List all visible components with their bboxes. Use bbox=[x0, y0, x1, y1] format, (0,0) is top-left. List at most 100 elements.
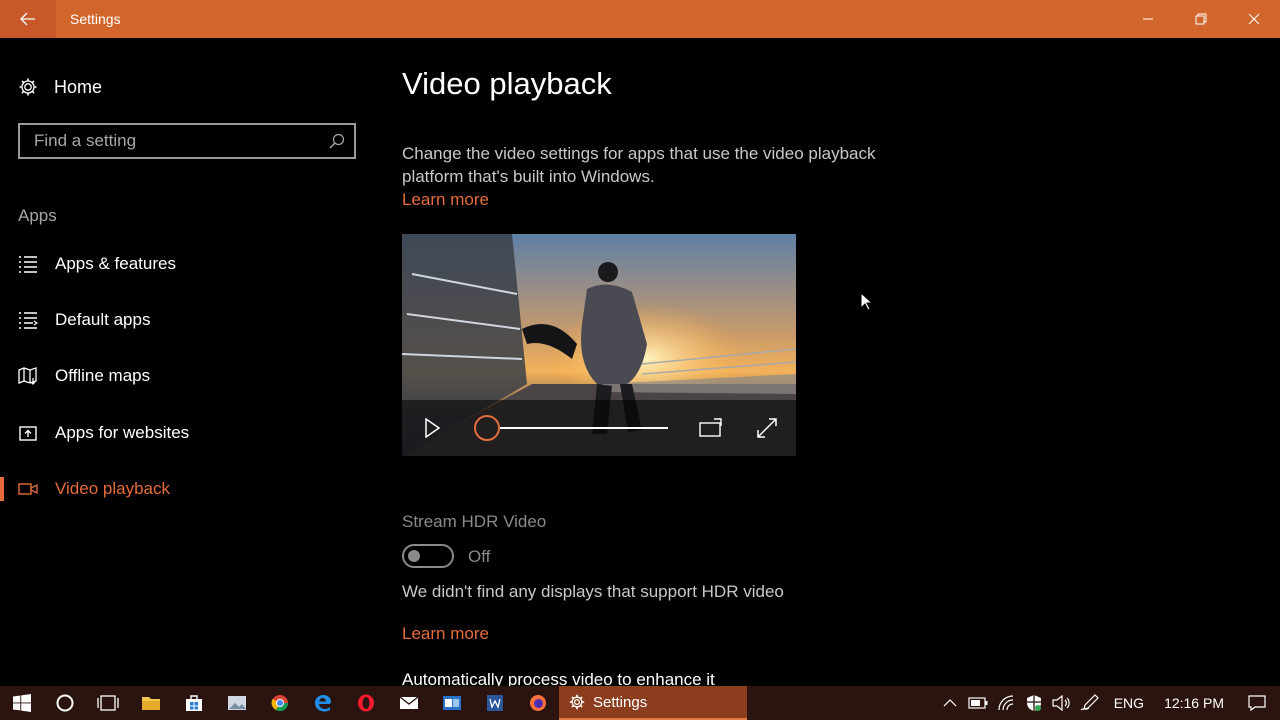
play-button[interactable] bbox=[420, 416, 444, 440]
hdr-learn-more-link[interactable]: Learn more bbox=[402, 624, 489, 644]
action-center-button[interactable] bbox=[1234, 686, 1280, 720]
sidebar-item-label: Default apps bbox=[55, 310, 151, 329]
shield-icon bbox=[1026, 695, 1041, 711]
sidebar-item-apps-for-websites[interactable]: Apps for websites bbox=[0, 413, 370, 453]
restore-icon bbox=[1195, 13, 1206, 25]
home-label: Home bbox=[54, 76, 103, 97]
battery-icon bbox=[968, 697, 988, 709]
speaker-icon bbox=[1052, 695, 1070, 711]
sidebar-item-offline-maps[interactable]: Offline maps bbox=[0, 356, 370, 396]
file-explorer-icon bbox=[141, 697, 160, 710]
active-indicator bbox=[0, 477, 4, 501]
mouse-cursor-icon bbox=[860, 292, 874, 311]
window-title: Settings bbox=[70, 11, 121, 27]
opera-icon bbox=[357, 694, 374, 712]
page-description: Change the video settings for apps that … bbox=[402, 144, 876, 186]
map-icon bbox=[18, 366, 38, 386]
edge-icon bbox=[314, 695, 331, 712]
sidebar-item-apps-features[interactable]: Apps & features bbox=[0, 244, 370, 284]
store-icon bbox=[185, 695, 202, 711]
clock[interactable]: 12:16 PM bbox=[1154, 695, 1234, 711]
chrome-icon bbox=[271, 695, 288, 712]
start-icon bbox=[12, 694, 31, 712]
security-button[interactable] bbox=[1020, 686, 1048, 720]
sidebar-item-label: Apps & features bbox=[55, 254, 176, 273]
list-icon bbox=[18, 254, 38, 274]
sidebar: Home Find a setting Apps Apps & features… bbox=[0, 38, 370, 686]
video-camera-icon bbox=[18, 479, 38, 499]
title-bar: Settings bbox=[0, 0, 1280, 38]
task-view-button[interactable] bbox=[86, 686, 129, 720]
seek-bar[interactable] bbox=[472, 414, 672, 442]
fullscreen-button[interactable] bbox=[754, 416, 780, 440]
hdr-toggle[interactable] bbox=[402, 544, 454, 568]
sidebar-item-video-playback[interactable]: Video playback bbox=[0, 469, 370, 509]
taskbar-store[interactable] bbox=[172, 686, 215, 720]
close-icon bbox=[1248, 13, 1259, 25]
wifi-icon bbox=[998, 695, 1013, 711]
sidebar-item-default-apps[interactable]: Default apps bbox=[0, 300, 370, 340]
system-tray: ENG 12:16 PM bbox=[936, 686, 1280, 720]
hdr-setting-label: Stream HDR Video bbox=[402, 512, 547, 531]
sidebar-item-label: Video playback bbox=[55, 479, 170, 498]
word-icon bbox=[486, 695, 503, 711]
toggle-knob bbox=[408, 550, 420, 562]
cortana-icon bbox=[56, 694, 73, 712]
taskbar-firefox[interactable] bbox=[516, 686, 559, 720]
back-button[interactable] bbox=[0, 0, 56, 38]
open-in-icon bbox=[18, 423, 38, 443]
taskbar-settings-app[interactable]: Settings bbox=[559, 686, 747, 720]
taskbar-photos[interactable] bbox=[215, 686, 258, 720]
taskbar-chrome[interactable] bbox=[258, 686, 301, 720]
page-title: Video playback bbox=[402, 66, 612, 101]
battery-button[interactable] bbox=[964, 686, 992, 720]
pen-workspace-button[interactable] bbox=[1076, 686, 1104, 720]
pen-icon bbox=[1080, 694, 1099, 711]
volume-button[interactable] bbox=[1048, 686, 1076, 720]
gear-icon bbox=[19, 78, 37, 96]
photos-icon bbox=[227, 696, 246, 710]
play-icon bbox=[425, 418, 440, 438]
taskbar-mail[interactable] bbox=[387, 686, 430, 720]
search-icon[interactable] bbox=[320, 133, 354, 149]
main-content: Video playback Change the video settings… bbox=[402, 38, 1262, 686]
hdr-toggle-state: Off bbox=[468, 547, 491, 566]
chevron-up-icon bbox=[943, 699, 957, 707]
fullscreen-icon bbox=[757, 418, 777, 438]
taskbar-opera[interactable] bbox=[344, 686, 387, 720]
start-button[interactable] bbox=[0, 686, 43, 720]
section-label-apps: Apps bbox=[18, 206, 57, 225]
taskbar-edge[interactable] bbox=[301, 686, 344, 720]
cortana-button[interactable] bbox=[43, 686, 86, 720]
close-button[interactable] bbox=[1227, 0, 1280, 38]
taskbar-settings-label: Settings bbox=[593, 693, 648, 711]
search-input[interactable]: Find a setting bbox=[34, 131, 320, 151]
default-apps-icon bbox=[18, 310, 38, 330]
minimize-icon bbox=[1142, 18, 1153, 20]
task-view-icon bbox=[96, 695, 119, 711]
show-hidden-icons-button[interactable] bbox=[936, 686, 964, 720]
home-nav-item[interactable]: Home bbox=[18, 76, 102, 98]
taskbar-file-explorer[interactable] bbox=[129, 686, 172, 720]
auto-process-label: Automatically process video to enhance i… bbox=[402, 670, 715, 686]
network-button[interactable] bbox=[992, 686, 1020, 720]
restore-button[interactable] bbox=[1174, 0, 1227, 38]
sidebar-item-label: Apps for websites bbox=[55, 423, 190, 442]
gear-icon bbox=[569, 694, 585, 710]
taskbar-outlook[interactable] bbox=[430, 686, 473, 720]
cast-button[interactable] bbox=[698, 416, 724, 440]
firefox-icon bbox=[529, 695, 546, 711]
outlook-icon bbox=[442, 696, 461, 710]
minimize-button[interactable] bbox=[1121, 0, 1174, 38]
language-indicator[interactable]: ENG bbox=[1104, 695, 1154, 711]
hdr-message: We didn't find any displays that support… bbox=[402, 582, 784, 601]
mail-icon bbox=[399, 696, 418, 709]
taskbar-word[interactable] bbox=[473, 686, 516, 720]
video-preview[interactable] bbox=[402, 234, 796, 456]
back-arrow-icon bbox=[20, 12, 35, 26]
notification-icon bbox=[1248, 695, 1266, 711]
learn-more-link[interactable]: Learn more bbox=[402, 190, 489, 210]
search-box[interactable]: Find a setting bbox=[18, 123, 356, 159]
taskbar: Settings ENG 12:16 PM bbox=[0, 686, 1280, 720]
sidebar-item-label: Offline maps bbox=[55, 366, 151, 385]
